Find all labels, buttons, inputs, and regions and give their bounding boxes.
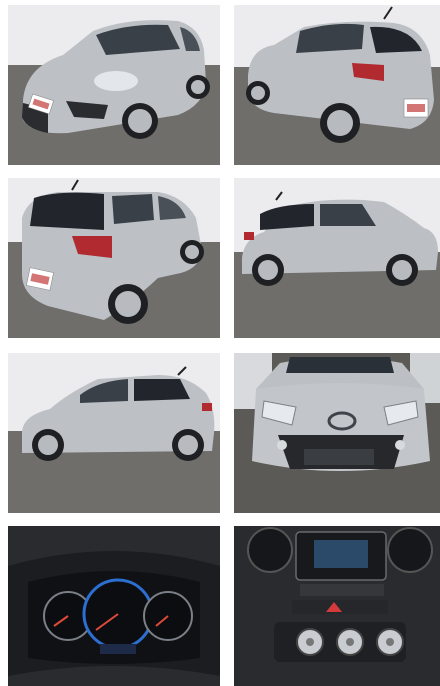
car-side-right-image [234, 178, 440, 338]
photo-car-rear-three-quarter-right[interactable] [234, 5, 440, 165]
instrument-cluster-image [8, 526, 220, 686]
car-rear-right-image [234, 5, 440, 165]
car-rear-left-image [8, 178, 220, 338]
photo-car-side-left[interactable] [8, 353, 220, 513]
photo-car-side-right[interactable] [234, 178, 440, 338]
car-side-left-image [8, 353, 220, 513]
center-console-image [234, 526, 440, 686]
photo-car-rear-three-quarter-left[interactable] [8, 178, 220, 338]
photo-instrument-cluster[interactable] [8, 526, 220, 686]
photo-center-console[interactable] [234, 526, 440, 686]
photo-car-front-close[interactable] [234, 353, 440, 513]
photo-car-front-three-quarter[interactable] [8, 5, 220, 165]
car-front-image [8, 5, 220, 165]
car-front-close-image [234, 353, 440, 513]
